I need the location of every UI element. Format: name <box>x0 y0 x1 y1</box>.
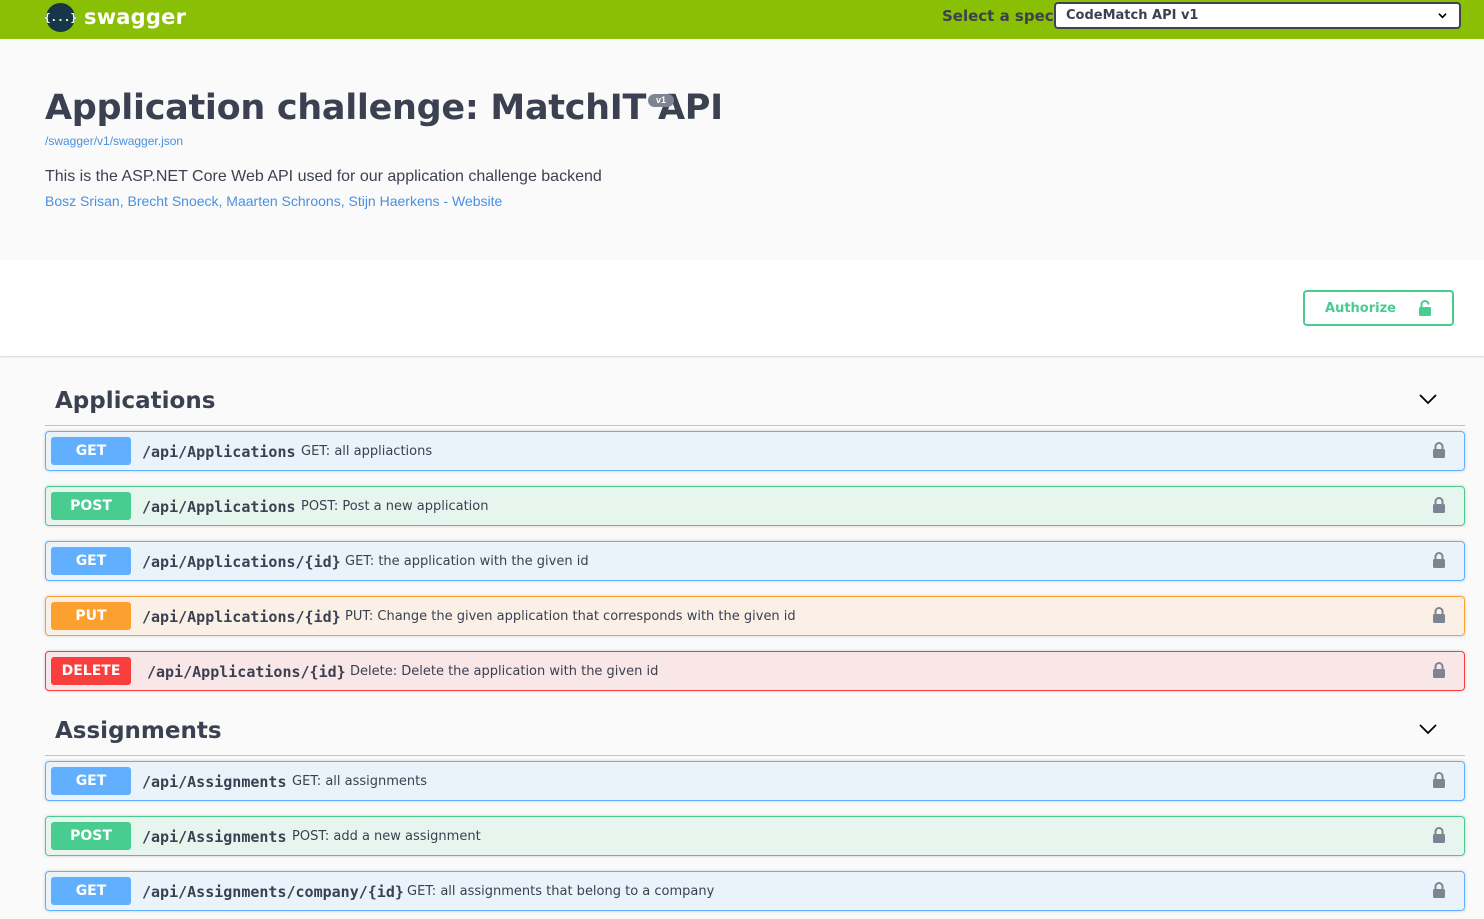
spec-selected-value: CodeMatch API v1 <box>1066 8 1199 23</box>
swagger-logo-icon: {...} <box>44 2 77 32</box>
lock-icon[interactable] <box>1432 496 1446 514</box>
operation-summary: GET: all appliactions <box>301 444 433 459</box>
contact-separator: - <box>439 193 452 209</box>
operation-path: /api/Applications/{id} <box>142 553 341 571</box>
authorize-button[interactable]: Authorize <box>1303 290 1454 326</box>
chevron-down-icon[interactable] <box>1419 393 1437 405</box>
lock-icon[interactable] <box>1432 881 1446 899</box>
method-badge: GET <box>51 547 131 575</box>
contact-line: Bosz Srisan, Brecht Snoeck, Maarten Schr… <box>45 193 502 209</box>
method-badge: DELETE <box>51 657 131 685</box>
contact-link[interactable]: Bosz Srisan, Brecht Snoeck, Maarten Schr… <box>45 193 440 209</box>
operation-path: /api/Applications <box>142 498 296 516</box>
api-description: This is the ASP.NET Core Web API used fo… <box>45 168 602 185</box>
operation-summary: POST: add a new assignment <box>292 829 481 844</box>
operation-path: /api/Assignments <box>142 828 287 846</box>
tag-header-applications[interactable]: Applications <box>45 376 1465 426</box>
operation-summary: GET: the application with the given id <box>345 554 589 569</box>
website-link[interactable]: Website <box>452 193 502 209</box>
authorize-label: Authorize <box>1325 300 1396 316</box>
operation-summary: PUT: Change the given application that c… <box>345 609 796 624</box>
lock-icon[interactable] <box>1432 771 1446 789</box>
scheme-container <box>0 260 1484 356</box>
spec-select[interactable]: CodeMatch API v1 <box>1054 2 1461 29</box>
topbar: {...} swagger Select a spec CodeMatch AP… <box>0 0 1484 39</box>
tag-title: Applications <box>55 388 216 414</box>
operation-path: /api/Assignments/company/{id} <box>142 883 404 901</box>
operation-get-assignments[interactable]: GET /api/Assignments GET: all assignment… <box>45 761 1465 801</box>
lock-icon[interactable] <box>1432 661 1446 679</box>
method-badge: GET <box>51 767 131 795</box>
operation-post-assignment[interactable]: POST /api/Assignments POST: add a new as… <box>45 816 1465 856</box>
method-badge: POST <box>51 492 131 520</box>
version-badge: v1 <box>648 94 674 107</box>
spec-label: Select a spec <box>942 7 1054 25</box>
operation-path: /api/Applications <box>142 443 296 461</box>
method-badge: PUT <box>51 602 131 630</box>
operation-summary: POST: Post a new application <box>301 499 489 514</box>
method-badge: GET <box>51 437 131 465</box>
operation-put-application[interactable]: PUT /api/Applications/{id} PUT: Change t… <box>45 596 1465 636</box>
operation-summary: Delete: Delete the application with the … <box>350 664 659 679</box>
chevron-down-icon <box>1438 13 1447 19</box>
operation-path: /api/Assignments <box>142 773 287 791</box>
spec-url-link[interactable]: /swagger/v1/swagger.json <box>45 134 183 148</box>
method-badge: POST <box>51 822 131 850</box>
page-title: Application challenge: MatchIT API <box>45 88 723 128</box>
operation-post-applications[interactable]: POST /api/Applications POST: Post a new … <box>45 486 1465 526</box>
lock-icon[interactable] <box>1432 551 1446 569</box>
lock-icon[interactable] <box>1432 441 1446 459</box>
operation-summary: GET: all assignments <box>292 774 428 789</box>
method-badge: GET <box>51 877 131 905</box>
operation-path: /api/Applications/{id} <box>142 608 341 626</box>
lock-icon[interactable] <box>1432 826 1446 844</box>
tag-title: Assignments <box>55 718 222 744</box>
tag-header-assignments[interactable]: Assignments <box>45 706 1465 756</box>
lock-icon[interactable] <box>1432 606 1446 624</box>
operation-get-application-by-id[interactable]: GET /api/Applications/{id} GET: the appl… <box>45 541 1465 581</box>
chevron-down-icon[interactable] <box>1419 723 1437 735</box>
operation-get-assignments-by-company[interactable]: GET /api/Assignments/company/{id} GET: a… <box>45 871 1465 911</box>
operation-delete-application[interactable]: DELETE /api/Applications/{id} Delete: De… <box>45 651 1465 691</box>
lock-icon <box>1418 300 1431 316</box>
operation-get-applications[interactable]: GET /api/Applications GET: all appliacti… <box>45 431 1465 471</box>
swagger-logo[interactable]: {...} swagger <box>44 2 187 32</box>
operation-summary: GET: all assignments that belong to a co… <box>407 884 715 899</box>
operation-path: /api/Applications/{id} <box>147 663 346 681</box>
logo-text: swagger <box>84 5 187 29</box>
